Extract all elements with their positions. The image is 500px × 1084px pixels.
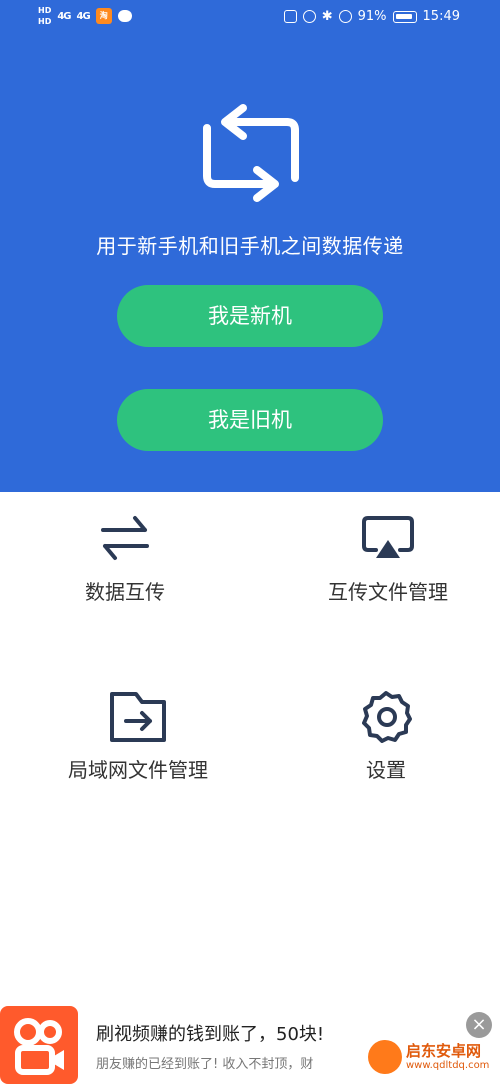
bluetooth-icon: ✱ (321, 9, 333, 24)
watermark-logo-icon (368, 1040, 402, 1074)
app-screen: HD HD 4G 4G 淘 ✱ 91% 15:49 用于新手机和旧手机之间数据传… (0, 0, 500, 1084)
message-notification-icon (117, 10, 132, 22)
watermark-url: www.qdltdq.com (406, 1060, 490, 1071)
lan-file-manager-label: 局域网文件管理 (68, 758, 208, 782)
taobao-notification-icon: 淘 (95, 8, 112, 24)
alarm-icon (302, 10, 316, 23)
ad-description: 朋友赚的已经到账了! 收入不封顶，财 (96, 1057, 314, 1072)
hd-label-2: HD (38, 17, 52, 26)
gear-icon (362, 691, 412, 743)
data-transfer-tile[interactable]: 数据互传 (5, 510, 245, 605)
settings-tile[interactable]: 设置 (266, 688, 500, 783)
status-right: ✱ 91% 15:49 (283, 9, 460, 24)
hero-section: HD HD 4G 4G 淘 ✱ 91% 15:49 用于新手机和旧手机之间数据传… (0, 0, 500, 492)
folder-arrow-icon (110, 692, 166, 742)
signal-1: 4G (57, 10, 71, 22)
battery-percent: 91% (357, 9, 387, 24)
status-left: HD HD 4G 4G 淘 (38, 6, 132, 26)
clock: 15:49 (422, 9, 460, 24)
nfc-icon (283, 10, 297, 23)
transfer-arrows-icon (101, 516, 149, 560)
watermark-name: 启东安卓网 (406, 1042, 482, 1060)
phone-transfer-icon (203, 104, 299, 202)
hero-subtitle: 用于新手机和旧手机之间数据传递 (96, 234, 404, 258)
ad-app-logo (0, 1006, 78, 1084)
old-phone-button[interactable]: 我是旧机 (117, 389, 383, 451)
mute-icon (338, 10, 352, 23)
new-phone-button[interactable]: 我是新机 (117, 285, 383, 347)
data-transfer-label: 数据互传 (85, 580, 165, 604)
kuaishou-logo-icon (14, 1018, 64, 1075)
lan-file-manager-tile[interactable]: 局域网文件管理 (18, 688, 258, 783)
hd-label-1: HD (38, 6, 52, 15)
ad-banner[interactable]: 刷视频赚的钱到账了，50块! 朋友赚的已经到账了! 收入不封顶，财 × 启东安卓… (0, 1006, 500, 1084)
transfer-file-manager-tile[interactable]: 互传文件管理 (268, 510, 500, 605)
transfer-file-manager-label: 互传文件管理 (328, 580, 448, 604)
close-icon[interactable]: × (466, 1012, 492, 1038)
site-watermark: 启东安卓网 www.qdltdq.com (368, 1040, 500, 1078)
settings-label: 设置 (366, 758, 406, 782)
status-bar: HD HD 4G 4G 淘 ✱ 91% 15:49 (0, 0, 500, 36)
signal-2: 4G (76, 10, 91, 22)
ad-title: 刷视频赚的钱到账了，50块! (96, 1024, 325, 1045)
airplay-icon (362, 516, 414, 558)
battery-icon (392, 10, 417, 23)
hd-indicator: HD HD (38, 6, 51, 26)
